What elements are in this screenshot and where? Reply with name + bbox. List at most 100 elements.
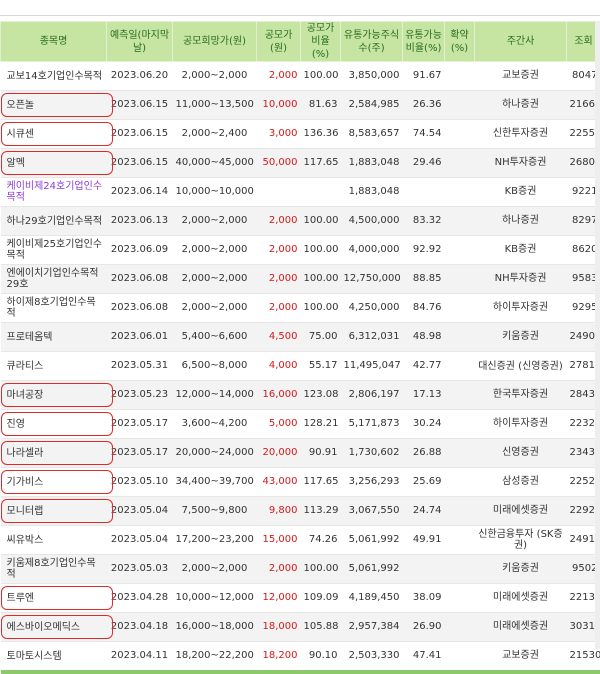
stock-name-cell[interactable]: 하나29호기업인수목적 bbox=[1, 207, 107, 236]
confirm-pct-cell bbox=[445, 120, 475, 149]
table-row[interactable]: 프로테옴텍2023.06.015,400~6,6004,50075.006,31… bbox=[1, 323, 600, 352]
band-cell: 11,000~13,500 bbox=[173, 91, 257, 120]
stock-name-cell[interactable]: 알멕 bbox=[1, 149, 107, 178]
table-row[interactable]: 케이비제25호기업인수목적2023.06.092,000~2,0002,0001… bbox=[1, 236, 600, 265]
stock-name-cell[interactable]: 기가비스 bbox=[1, 468, 107, 497]
float-pct-cell: 91.67 bbox=[403, 62, 445, 91]
stock-name-cell[interactable]: 키움제8호기업인수목적 bbox=[1, 555, 107, 584]
confirm-pct-cell bbox=[445, 91, 475, 120]
price-cell bbox=[257, 178, 301, 207]
col-header-price[interactable]: 공모가(원) bbox=[257, 22, 301, 62]
ratio-cell: 100.00 bbox=[301, 555, 341, 584]
stock-name-cell[interactable]: 진영 bbox=[1, 410, 107, 439]
ratio-cell: 55.17 bbox=[301, 352, 341, 381]
shares-cell: 3,067,550 bbox=[341, 497, 403, 526]
band-cell: 12,000~14,000 bbox=[173, 381, 257, 410]
table-row[interactable]: 교보14호기업인수목적2023.06.202,000~2,0002,000100… bbox=[1, 62, 600, 91]
confirm-pct-cell bbox=[445, 149, 475, 178]
ratio-cell: 100.00 bbox=[301, 236, 341, 265]
shares-cell: 4,000,000 bbox=[341, 236, 403, 265]
table-row[interactable]: 하나29호기업인수목적2023.06.132,000~2,0002,000100… bbox=[1, 207, 600, 236]
band-cell: 2,000~2,000 bbox=[173, 294, 257, 323]
col-header-float[interactable]: 유통가능비율(%) bbox=[403, 22, 445, 62]
ratio-cell: 113.29 bbox=[301, 497, 341, 526]
confirm-pct-cell bbox=[445, 265, 475, 294]
table-row[interactable]: 진영2023.05.173,600~4,2005,000128.215,171,… bbox=[1, 410, 600, 439]
float-pct-cell: 48.98 bbox=[403, 323, 445, 352]
table-row[interactable]: 알멕2023.06.1540,000~45,00050,000117.651,8… bbox=[1, 149, 600, 178]
stock-name-cell[interactable]: 모니터랩 bbox=[1, 497, 107, 526]
table-row[interactable]: 큐라티스2023.05.316,500~8,0004,00055.1711,49… bbox=[1, 352, 600, 381]
table-row[interactable]: 씨유박스2023.05.0417,200~23,20015,00074.265,… bbox=[1, 526, 600, 555]
float-pct-cell: 25.69 bbox=[403, 468, 445, 497]
table-row[interactable]: 키움제8호기업인수목적2023.05.032,000~2,0002,000100… bbox=[1, 555, 600, 584]
col-header-confirm[interactable]: 확약(%) bbox=[445, 22, 475, 62]
scrollbar[interactable] bbox=[595, 21, 600, 649]
top-divider bbox=[0, 0, 600, 16]
stock-name-cell[interactable]: 에스바이오메딕스 bbox=[1, 613, 107, 642]
table-row[interactable]: 하이제8호기업인수목적2023.06.082,000~2,0002,000100… bbox=[1, 294, 600, 323]
table-header-row: 종목명 예측일(마지막날) 공모희망가(원) 공모가(원) 공모가비율(%) 유… bbox=[1, 22, 600, 62]
ipo-schedule-table: 종목명 예측일(마지막날) 공모희망가(원) 공모가(원) 공모가비율(%) 유… bbox=[0, 21, 600, 674]
col-header-band[interactable]: 공모희망가(원) bbox=[173, 22, 257, 62]
col-header-date[interactable]: 예측일(마지막날) bbox=[107, 22, 173, 62]
band-cell: 3,600~4,200 bbox=[173, 410, 257, 439]
ratio-cell bbox=[301, 178, 341, 207]
underwriter-cell: 하이투자증권 bbox=[475, 410, 567, 439]
stock-name-cell[interactable]: 오픈놀 bbox=[1, 91, 107, 120]
table-row[interactable]: 모니터랩2023.05.047,500~9,8009,800113.293,06… bbox=[1, 497, 600, 526]
stock-name-cell[interactable]: 프로테옴텍 bbox=[1, 323, 107, 352]
table-row[interactable]: 트루엔2023.04.2810,000~12,00012,000109.094,… bbox=[1, 584, 600, 613]
shares-cell: 1,730,602 bbox=[341, 439, 403, 468]
confirm-pct-cell bbox=[445, 323, 475, 352]
shares-cell: 5,061,992 bbox=[341, 526, 403, 555]
col-header-underwriter[interactable]: 주간사 bbox=[475, 22, 567, 62]
table-row[interactable]: 오픈놀2023.06.1511,000~13,50010,00081.632,5… bbox=[1, 91, 600, 120]
stock-name-cell[interactable]: 나라셀라 bbox=[1, 439, 107, 468]
price-cell: 2,000 bbox=[257, 62, 301, 91]
stock-name-cell[interactable]: 큐라티스 bbox=[1, 352, 107, 381]
stock-name-cell[interactable]: 토마토시스템 bbox=[1, 642, 107, 673]
table-row[interactable]: 시큐센2023.06.152,000~2,4003,000136.368,583… bbox=[1, 120, 600, 149]
stock-name-cell[interactable]: 시큐센 bbox=[1, 120, 107, 149]
date-cell: 2023.06.20 bbox=[107, 62, 173, 91]
stock-name-cell[interactable]: 하이제8호기업인수목적 bbox=[1, 294, 107, 323]
col-header-ratio[interactable]: 공모가비율(%) bbox=[301, 22, 341, 62]
table-row[interactable]: 마녀공장2023.05.2312,000~14,00016,000123.082… bbox=[1, 381, 600, 410]
table-row[interactable]: 에스바이오메딕스2023.04.1816,000~18,00018,000105… bbox=[1, 613, 600, 642]
stock-name-cell[interactable]: 교보14호기업인수목적 bbox=[1, 62, 107, 91]
price-cell: 2,000 bbox=[257, 265, 301, 294]
underwriter-cell: 교보증권 bbox=[475, 642, 567, 673]
date-cell: 2023.06.08 bbox=[107, 294, 173, 323]
confirm-pct-cell bbox=[445, 468, 475, 497]
stock-name-cell[interactable]: 케이비제24호기업인수목적 bbox=[1, 178, 107, 207]
ratio-cell: 90.91 bbox=[301, 439, 341, 468]
table-row[interactable]: 나라셀라2023.05.1720,000~24,00020,00090.911,… bbox=[1, 439, 600, 468]
confirm-pct-cell bbox=[445, 381, 475, 410]
band-cell: 18,200~22,200 bbox=[173, 642, 257, 673]
table-row[interactable]: 엔에이치기업인수목적29호2023.06.082,000~2,0002,0001… bbox=[1, 265, 600, 294]
stock-name-cell[interactable]: 케이비제25호기업인수목적 bbox=[1, 236, 107, 265]
ratio-cell: 100.00 bbox=[301, 265, 341, 294]
date-cell: 2023.05.10 bbox=[107, 468, 173, 497]
price-cell: 9,800 bbox=[257, 497, 301, 526]
col-header-name[interactable]: 종목명 bbox=[1, 22, 107, 62]
price-cell: 3,000 bbox=[257, 120, 301, 149]
stock-name-cell[interactable]: 마녀공장 bbox=[1, 381, 107, 410]
col-header-shares[interactable]: 유통가능주식수(주) bbox=[341, 22, 403, 62]
table-row[interactable]: 기가비스2023.05.1034,400~39,70043,000117.653… bbox=[1, 468, 600, 497]
date-cell: 2023.05.03 bbox=[107, 555, 173, 584]
table-row[interactable]: 토마토시스템2023.04.1118,200~22,20018,20090.10… bbox=[1, 642, 600, 673]
band-cell: 5,400~6,600 bbox=[173, 323, 257, 352]
stock-name-cell[interactable]: 트루엔 bbox=[1, 584, 107, 613]
stock-name-cell[interactable]: 씨유박스 bbox=[1, 526, 107, 555]
band-cell: 2,000~2,000 bbox=[173, 207, 257, 236]
stock-name-cell[interactable]: 엔에이치기업인수목적29호 bbox=[1, 265, 107, 294]
underwriter-cell: NH투자증권 bbox=[475, 265, 567, 294]
table-row[interactable]: 케이비제24호기업인수목적2023.06.1410,000~10,0001,88… bbox=[1, 178, 600, 207]
confirm-pct-cell bbox=[445, 642, 475, 673]
date-cell: 2023.05.04 bbox=[107, 497, 173, 526]
band-cell: 20,000~24,000 bbox=[173, 439, 257, 468]
float-pct-cell: 49.91 bbox=[403, 526, 445, 555]
shares-cell: 4,250,000 bbox=[341, 294, 403, 323]
